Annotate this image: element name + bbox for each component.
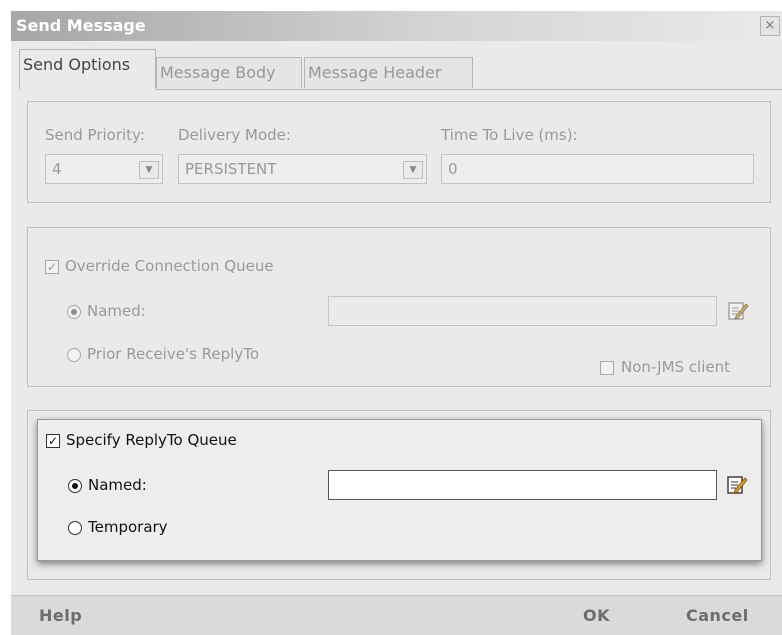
time-to-live-input[interactable]: 0 (441, 154, 754, 184)
dialog-footer: Help OK Cancel (11, 595, 782, 635)
tab-send-options[interactable]: Send Options (19, 49, 156, 89)
tab-message-header[interactable]: Message Header (304, 57, 473, 88)
delivery-mode-value: PERSISTENT (185, 160, 277, 178)
ok-button[interactable]: OK (583, 606, 610, 625)
edit-icon[interactable] (727, 300, 749, 322)
window-title: Send Message (16, 16, 146, 35)
delivery-mode-select[interactable]: PERSISTENT ▼ (178, 154, 427, 184)
edit-icon[interactable] (726, 474, 748, 496)
title-bar: Send Message × (11, 11, 782, 41)
reply-named-label: Named: (88, 476, 147, 494)
chevron-down-icon[interactable]: ▼ (403, 161, 423, 179)
send-priority-select[interactable]: 4 ▼ (45, 154, 163, 184)
override-named-radio[interactable] (67, 305, 81, 319)
tab-label: Send Options (23, 55, 131, 74)
reply-named-radio[interactable] (68, 479, 82, 493)
tab-label: Message Header (308, 63, 442, 82)
tab-divider (156, 89, 782, 90)
reply-named-input[interactable] (328, 470, 717, 500)
override-label: Override Connection Queue (65, 257, 274, 275)
delivery-mode-label: Delivery Mode: (178, 126, 291, 144)
prior-receive-label: Prior Receive's ReplyTo (87, 345, 259, 363)
prior-receive-radio[interactable] (67, 348, 81, 362)
override-queue-panel: ✓ Override Connection Queue Named: Prior… (27, 227, 771, 387)
override-checkbox[interactable]: ✓ (45, 260, 59, 274)
tab-bar: Send Options Message Body Message Header (11, 49, 782, 89)
temporary-label: Temporary (88, 518, 168, 536)
reply-to-panel: ✓ Specify ReplyTo Queue Named: Temporary (37, 419, 762, 561)
tab-label: Message Body (160, 63, 276, 82)
send-priority-value: 4 (52, 160, 62, 178)
help-button[interactable]: Help (39, 606, 82, 625)
chevron-down-icon[interactable]: ▼ (139, 161, 159, 179)
close-button[interactable]: × (760, 16, 780, 36)
override-named-label: Named: (87, 302, 146, 320)
time-to-live-label: Time To Live (ms): (441, 126, 578, 144)
override-named-input[interactable] (328, 296, 717, 326)
send-priority-label: Send Priority: (45, 126, 145, 144)
non-jms-label: Non-JMS client (621, 358, 731, 376)
send-options-panel: Send Priority: Delivery Mode: Time To Li… (27, 101, 771, 203)
specify-replyto-label: Specify ReplyTo Queue (66, 431, 237, 449)
specify-replyto-checkbox[interactable]: ✓ (46, 434, 60, 448)
cancel-button[interactable]: Cancel (686, 606, 749, 625)
non-jms-checkbox[interactable] (600, 361, 614, 375)
send-message-dialog: Send Message × Send Options Message Body… (11, 11, 782, 635)
temporary-radio[interactable] (68, 521, 82, 535)
tab-message-body[interactable]: Message Body (156, 57, 302, 88)
